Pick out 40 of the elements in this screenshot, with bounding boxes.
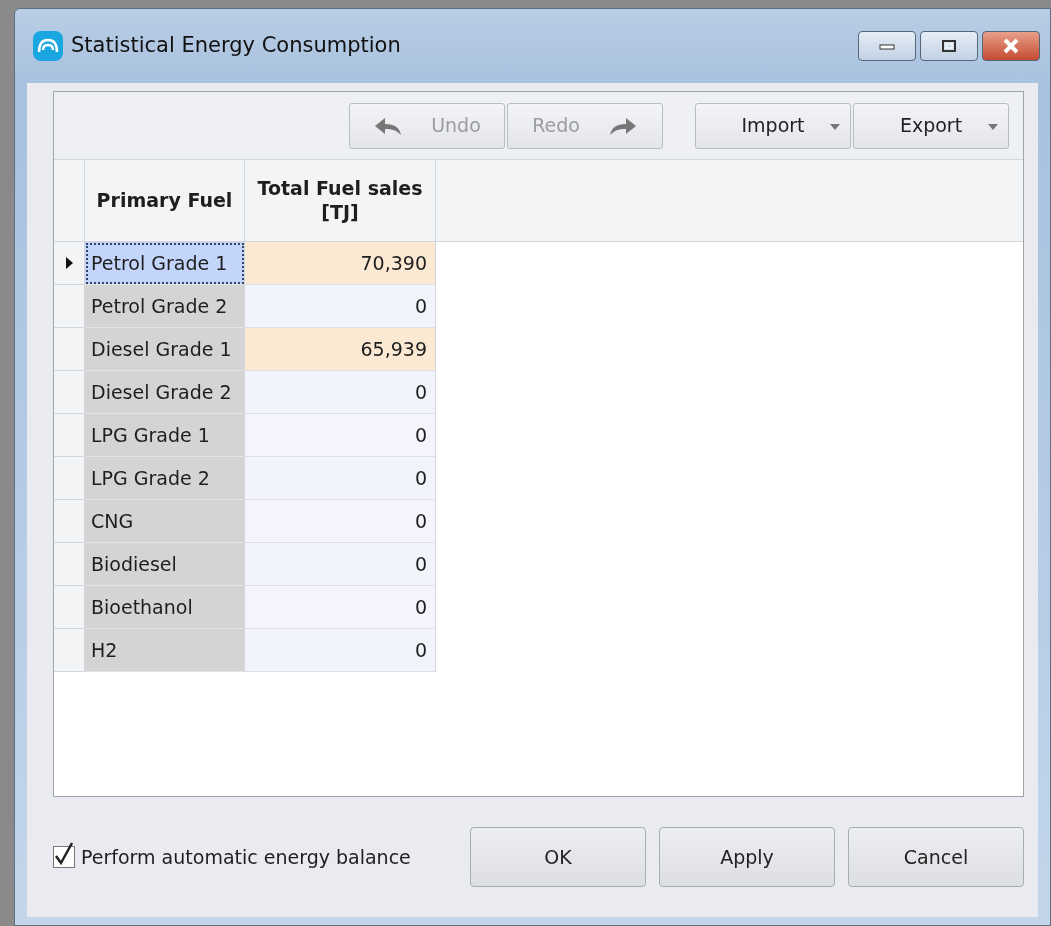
caret-icon <box>830 123 840 130</box>
checkbox-label[interactable]: Perform automatic energy balance <box>81 842 411 872</box>
caret-icon <box>988 123 998 130</box>
table-cell[interactable]: LPG Grade 2 <box>85 457 245 500</box>
table-cell[interactable]: 65,939 <box>245 328 436 371</box>
table-cell[interactable]: Biodiesel <box>85 543 245 586</box>
table-cell[interactable]: LPG Grade 1 <box>85 414 245 457</box>
dropdown-button[interactable]: Export <box>853 102 1009 149</box>
maximize-button[interactable] <box>920 31 978 61</box>
dropdown-button[interactable]: Import <box>695 102 851 149</box>
table-cell[interactable]: 0 <box>245 371 436 414</box>
minimize-icon <box>879 42 895 50</box>
table-cell[interactable]: Petrol Grade 2 <box>85 285 245 328</box>
table-cell[interactable]: Diesel Grade 1 <box>85 328 245 371</box>
check-icon <box>54 842 74 866</box>
table-cell[interactable]: 0 <box>245 629 436 672</box>
table-cell[interactable]: 70,390 <box>245 242 436 285</box>
table-cell[interactable]: 0 <box>245 586 436 629</box>
table-cell[interactable]: Petrol Grade 1 <box>85 242 245 285</box>
row-header[interactable] <box>54 242 85 285</box>
table-cell[interactable]: Diesel Grade 2 <box>85 371 245 414</box>
dialog-button[interactable]: Apply <box>659 827 835 887</box>
window-title: Statistical Energy Consumption <box>71 32 401 60</box>
close-icon <box>1002 38 1020 54</box>
maximize-icon <box>941 39 957 53</box>
dialog-button[interactable]: Cancel <box>848 827 1024 887</box>
app-logo-icon <box>33 31 63 61</box>
column-header[interactable]: Total Fuel sales [TJ] <box>245 160 436 241</box>
table-cell[interactable]: 0 <box>245 500 436 543</box>
column-header[interactable]: Primary Fuel <box>85 160 245 241</box>
minimize-button[interactable] <box>858 31 916 61</box>
table-cell[interactable]: 0 <box>245 543 436 586</box>
table-cell[interactable]: Bioethanol <box>85 586 245 629</box>
table-cell[interactable]: H2 <box>85 629 245 672</box>
table-cell[interactable]: 0 <box>245 457 436 500</box>
table-cell[interactable]: 0 <box>245 285 436 328</box>
dialog-button[interactable]: OK <box>470 827 646 887</box>
table-cell[interactable]: CNG <box>85 500 245 543</box>
close-button[interactable] <box>982 31 1040 61</box>
table-cell[interactable]: 0 <box>245 414 436 457</box>
